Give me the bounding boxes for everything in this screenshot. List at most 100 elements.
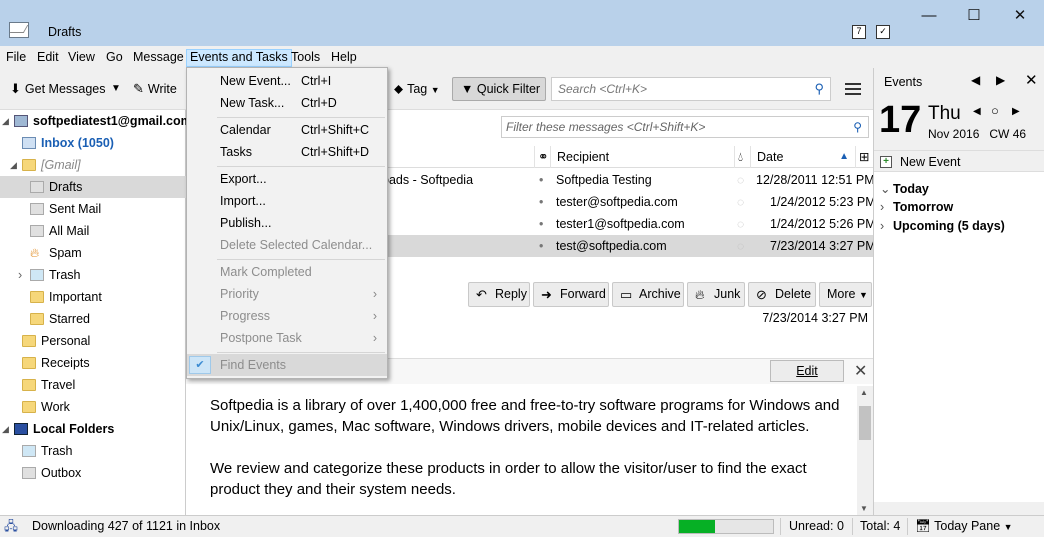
prev-nav-icon[interactable]: ◀ xyxy=(973,106,981,117)
close-icon[interactable]: ✕ xyxy=(1025,71,1038,89)
folder-local-trash[interactable]: Trash xyxy=(0,440,186,462)
calendar-week: CW 46 xyxy=(989,127,1027,141)
agenda-tomorrow[interactable]: › Tomorrow xyxy=(880,200,953,214)
filter-messages-input[interactable]: Filter these messages <Ctrl+Shift+K> ⚲ xyxy=(501,116,869,138)
folder-local[interactable]: ◢ Local Folders xyxy=(0,418,186,440)
delete-icon: ⊘ xyxy=(756,287,767,302)
trash-icon xyxy=(30,269,44,281)
app-icon xyxy=(9,22,29,38)
scrollbar-thumb[interactable] xyxy=(859,406,871,440)
menu-find-events[interactable]: ✔ Find Events xyxy=(187,354,387,376)
reply-button[interactable]: ↶ Reply xyxy=(468,282,530,307)
folder-spam[interactable]: 🔥︎ Spam xyxy=(0,242,186,264)
day-number: 17 xyxy=(879,99,922,141)
menu-calendar[interactable]: Calendar Ctrl+Shift+C xyxy=(187,119,387,141)
folder-travel[interactable]: Travel xyxy=(0,374,186,396)
app-menu-icon[interactable] xyxy=(845,83,861,95)
submenu-arrow-icon: › xyxy=(372,331,377,345)
quick-filter-button[interactable]: ▼ Quick Filter xyxy=(452,77,546,101)
progress-fill xyxy=(679,520,715,533)
menu-new-task[interactable]: New Task... Ctrl+D xyxy=(187,92,387,114)
close-button[interactable]: ✕ xyxy=(1006,6,1034,26)
menu-file[interactable]: File xyxy=(3,49,29,67)
status-bar: 🖧︎ Downloading 427 of 1121 in Inbox Unre… xyxy=(0,515,1044,537)
inbox-icon xyxy=(22,137,36,149)
tasks-tab-icon[interactable]: ✓ xyxy=(876,25,890,39)
menu-export[interactable]: Export... xyxy=(187,168,387,190)
junk-button[interactable]: 🔥︎ Junk xyxy=(687,282,745,307)
folder-drafts[interactable]: Drafts xyxy=(0,176,186,198)
menu-help[interactable]: Help xyxy=(328,49,360,67)
agenda-upcoming[interactable]: › Upcoming (5 days) xyxy=(880,219,1005,233)
folder-important[interactable]: Important xyxy=(0,286,186,308)
menu-import[interactable]: Import... xyxy=(187,190,387,212)
menu-tools[interactable]: Tools xyxy=(288,49,323,67)
edit-button[interactable]: Edit xyxy=(770,360,844,382)
unread-count: Unread: 0 xyxy=(789,519,844,533)
folder-icon xyxy=(22,379,36,391)
get-messages-button[interactable]: ⬇ Get Messages xyxy=(10,77,106,101)
menu-message[interactable]: Message xyxy=(130,49,187,67)
menu-tasks[interactable]: Tasks Ctrl+Shift+D xyxy=(187,141,387,163)
menu-priority[interactable]: Priority › xyxy=(187,283,387,305)
close-icon[interactable]: ✕ xyxy=(854,361,867,381)
folder-icon xyxy=(30,313,44,325)
folder-gmail[interactable]: ◢ [Gmail] xyxy=(0,154,186,176)
message-scrollbar[interactable]: ▲ ▼ xyxy=(857,386,873,515)
date-column-header[interactable]: Date ▲ xyxy=(750,146,855,168)
menu-delete-calendar[interactable]: Delete Selected Calendar... xyxy=(187,234,387,256)
column-picker-icon[interactable]: ⊞ xyxy=(855,146,873,168)
maximize-button[interactable]: ☐ xyxy=(960,6,988,26)
menu-progress[interactable]: Progress › xyxy=(187,305,387,327)
folder-all-mail[interactable]: All Mail xyxy=(0,220,186,242)
next-nav-icon[interactable]: ▶ xyxy=(1012,106,1020,117)
calendar-tab-icon[interactable]: 7 xyxy=(852,25,866,39)
delete-button[interactable]: ⊘ Delete xyxy=(748,282,816,307)
today-icon[interactable]: ○ xyxy=(991,103,999,118)
archive-button[interactable]: ▭ Archive xyxy=(612,282,684,307)
folder-work[interactable]: Work xyxy=(0,396,186,418)
archive-icon: ▭ xyxy=(620,287,633,302)
account-icon xyxy=(14,115,28,127)
get-messages-dropdown[interactable]: ▼ xyxy=(111,77,121,101)
next-day-icon[interactable]: ▶ xyxy=(996,73,1005,87)
new-event-button[interactable]: + New Event xyxy=(874,150,1044,172)
folder-sent[interactable]: Sent Mail xyxy=(0,198,186,220)
today-pane: Events ◀ ▶ ✕ 17 Thu ◀ ○ ▶ Nov 2016 CW 46… xyxy=(873,68,1044,515)
junk-flame-icon: 🔥︎ xyxy=(30,246,40,260)
menu-postpone-task[interactable]: Postpone Task › xyxy=(187,327,387,349)
today-pane-toggle[interactable]: 📅︎ Today Pane ▼ xyxy=(915,516,1013,537)
folder-personal[interactable]: Personal xyxy=(0,330,186,352)
menu-mark-completed[interactable]: Mark Completed xyxy=(187,261,387,283)
forward-button[interactable]: ➜ Forward xyxy=(533,282,609,307)
folder-trash[interactable]: › Trash xyxy=(0,264,186,286)
agenda-today[interactable]: ⌄ Today xyxy=(880,181,929,196)
folder-icon xyxy=(22,335,36,347)
write-button[interactable]: ✎ Write xyxy=(133,77,177,101)
more-button[interactable]: More ▼ xyxy=(819,282,872,307)
menu-go[interactable]: Go xyxy=(103,49,126,67)
menu-edit[interactable]: Edit xyxy=(34,49,62,67)
forward-icon: ➜ xyxy=(541,287,552,302)
recipient-column-header[interactable]: Recipient xyxy=(550,146,734,168)
folder-receipts[interactable]: Receipts xyxy=(0,352,186,374)
search-input[interactable]: Search <Ctrl+K> ⚲ xyxy=(551,77,831,101)
folder-inbox[interactable]: Inbox (1050) xyxy=(0,132,186,154)
online-status-icon[interactable]: 🖧︎ xyxy=(4,516,18,536)
menu-new-event[interactable]: New Event... Ctrl+I xyxy=(187,70,387,92)
menu-view[interactable]: View xyxy=(65,49,98,67)
previous-day-icon[interactable]: ◀ xyxy=(971,73,980,87)
menu-events-and-tasks[interactable]: Events and Tasks xyxy=(186,49,292,67)
month-year: Nov 2016 CW 46 xyxy=(928,127,1027,141)
minimize-button[interactable]: — xyxy=(915,6,943,26)
folder-starred[interactable]: Starred xyxy=(0,308,186,330)
folder-icon xyxy=(22,357,36,369)
submenu-arrow-icon: › xyxy=(372,309,377,323)
junk-column-icon[interactable]: 💧︎ xyxy=(734,146,750,168)
events-tasks-menu: New Event... Ctrl+I New Task... Ctrl+D Cal… xyxy=(186,67,388,379)
tag-button[interactable]: ⬥ Tag ▼ xyxy=(394,77,440,101)
download-icon: ⬇ xyxy=(10,81,21,96)
folder-outbox[interactable]: Outbox xyxy=(0,462,186,484)
menu-publish[interactable]: Publish... xyxy=(187,212,387,234)
folder-account[interactable]: ◢ softpediatest1@gmail.com xyxy=(0,110,192,132)
